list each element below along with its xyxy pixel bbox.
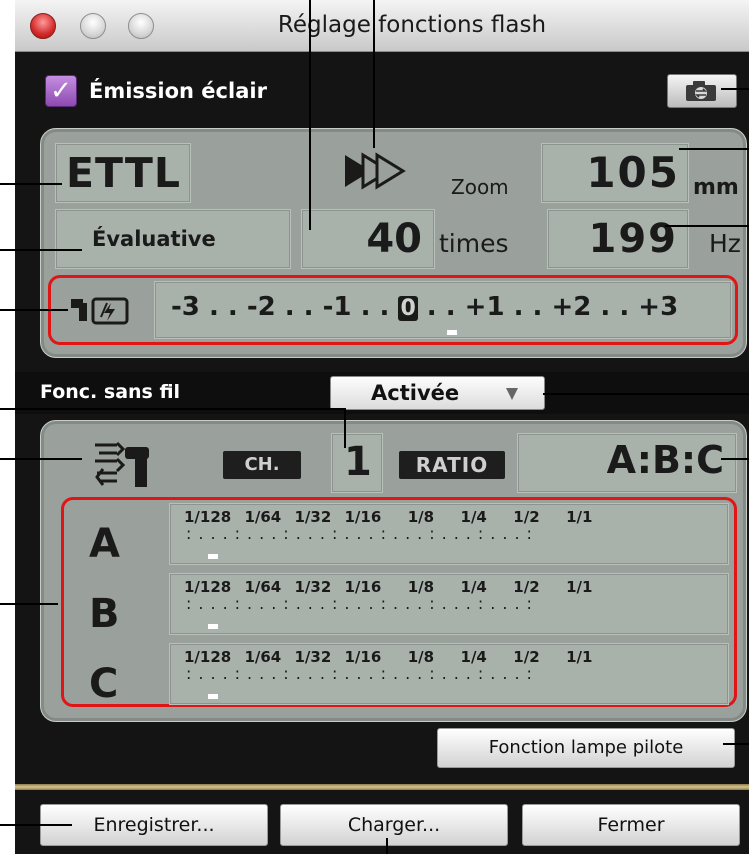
callout-line: [373, 0, 375, 148]
zoom-value: 105: [586, 148, 680, 197]
scale-tick-label: -1: [322, 292, 352, 322]
flash-count-value: 40: [366, 216, 422, 262]
power-pointer[interactable]: [208, 554, 218, 559]
scale-tick-label: +1: [464, 292, 505, 322]
scale-tick-label: +3: [638, 292, 679, 322]
callout-line: [0, 309, 68, 311]
callout-line: [386, 838, 388, 854]
callout-line: [309, 0, 311, 230]
callout-line: [344, 408, 346, 448]
frequency-value: 199: [588, 216, 678, 262]
ratio-badge: RATIO: [399, 451, 505, 479]
flash-count-field[interactable]: 40: [301, 209, 435, 269]
zoom-value-field[interactable]: 105: [541, 143, 689, 203]
exposure-scale[interactable]: -3 . . -2 . . -1 . . 0 . . +1 . . +2 . .…: [154, 281, 732, 339]
metering-value: Évaluative: [92, 227, 216, 251]
wireless-label: Fonc. sans fil: [40, 381, 181, 403]
channel-badge: CH.: [223, 451, 301, 479]
emission-checkbox[interactable]: ✓: [45, 75, 77, 107]
callout-line: [721, 458, 749, 460]
load-button[interactable]: Charger...: [280, 804, 508, 846]
zoom-label: Zoom: [451, 175, 509, 199]
power-pointer[interactable]: [208, 624, 218, 629]
callout-line: [0, 408, 345, 410]
scale-tick-label: -3: [171, 292, 200, 322]
channel-field[interactable]: 1: [331, 433, 383, 493]
callout-line: [0, 824, 72, 826]
camera-sync-icon: [686, 81, 716, 101]
group-letter: B: [89, 591, 120, 637]
high-speed-sync-icon[interactable]: [341, 151, 407, 195]
frequency-field[interactable]: 199: [547, 209, 689, 269]
callout-line: [723, 743, 749, 745]
power-pointer[interactable]: [208, 694, 218, 699]
callout-line: [721, 88, 749, 90]
callout-line: [0, 603, 58, 605]
callout-line: [0, 458, 82, 460]
save-button[interactable]: Enregistrer...: [40, 804, 268, 846]
flash-settings-panel: ETTL Zoom 105 mm Évaluative 40 times 199…: [40, 128, 747, 358]
chevron-down-icon: [506, 388, 518, 400]
callout-line: [543, 393, 749, 395]
hz-unit: Hz: [709, 229, 741, 258]
divider: [15, 784, 749, 790]
close-button[interactable]: Fermer: [522, 804, 740, 846]
wireless-master-icon: [91, 441, 161, 495]
power-scale-dots: :...:...:...:...:...:...:...:: [186, 524, 539, 543]
scale-tick-label: -2: [246, 292, 276, 322]
metering-field[interactable]: Évaluative: [55, 209, 291, 269]
title-bar: Réglage fonctions flash: [15, 0, 749, 52]
flash-exposure-comp-icon: [71, 295, 129, 329]
flash-emission-row[interactable]: ✓ Émission éclair: [45, 74, 267, 108]
group-a-scale[interactable]: 1/128 1/64 1/32 1/16 1/8 1/4 1/2 1/1 :..…: [169, 503, 729, 565]
group-letter: C: [89, 661, 119, 707]
callout-line: [665, 225, 749, 227]
group-c-scale[interactable]: 1/128 1/64 1/32 1/16 1/8 1/4 1/2 1/1 :..…: [169, 643, 729, 705]
callout-line: [0, 249, 82, 251]
times-unit: times: [439, 229, 509, 258]
wireless-status: Activée: [371, 381, 460, 405]
wireless-mode-dropdown[interactable]: Activée: [330, 376, 545, 410]
channel-value: 1: [344, 439, 372, 485]
modeling-flash-button[interactable]: Fonction lampe pilote: [437, 728, 735, 768]
flash-settings-window: Réglage fonctions flash ✓ Émission éclai…: [15, 0, 749, 854]
flash-mode-value: ETTL: [66, 149, 182, 197]
wireless-panel: CH. 1 RATIO A:B:C A 1/128 1/64 1/32 1/16…: [40, 420, 747, 722]
exposure-pointer[interactable]: [447, 330, 457, 335]
power-scale-dots: :...:...:...:...:...:...:...:: [186, 594, 539, 613]
callout-line: [0, 183, 62, 185]
ratio-value: A:B:C: [606, 438, 724, 482]
power-scale-dots: :...:...:...:...:...:...:...:: [186, 664, 539, 683]
scale-zero-marker: 0: [398, 296, 418, 321]
flash-mode-display[interactable]: ETTL: [55, 143, 191, 203]
window-title: Réglage fonctions flash: [277, 12, 547, 38]
group-b-scale[interactable]: 1/128 1/64 1/32 1/16 1/8 1/4 1/2 1/1 :..…: [169, 573, 729, 635]
zoom-unit: mm: [693, 175, 739, 200]
scale-tick-label: +2: [551, 292, 592, 322]
exposure-scale-label: -3 . . -2 . . -1 . . 0 . . +1 . . +2 . .…: [171, 292, 679, 322]
emission-label: Émission éclair: [89, 79, 267, 103]
callout-line: [679, 148, 749, 150]
ratio-field[interactable]: A:B:C: [517, 433, 737, 493]
group-letter: A: [89, 521, 120, 567]
camera-sync-button[interactable]: [667, 74, 737, 108]
